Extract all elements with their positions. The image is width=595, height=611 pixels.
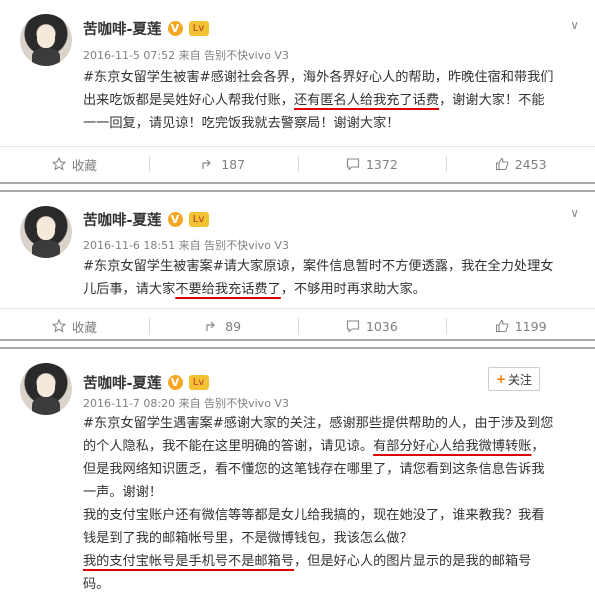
like-button[interactable]: 1199	[446, 309, 595, 343]
share-icon	[205, 319, 219, 333]
plus-icon: +	[495, 372, 507, 386]
underlined-text: 有部分好心人给我微博转账	[373, 439, 532, 454]
post-separator	[0, 339, 595, 349]
weibo-post-2: 苦咖啡-夏莲 V Lv ∨ 2016-11-6 18:51 来自 告别不快viv…	[0, 192, 595, 338]
share-button[interactable]: 187	[148, 147, 298, 181]
verified-badge: V	[167, 211, 183, 227]
weibo-post-3: 苦咖啡-夏莲 V Lv + 关注 2016-11-7 08:20 来自 告别不快v…	[0, 349, 595, 611]
post-meta: 2016-11-6 18:51 来自 告别不快vivo V3	[83, 239, 289, 252]
action-bar: 收藏 187 1372 2453	[0, 146, 595, 181]
comment-icon	[346, 319, 360, 333]
favorite-button[interactable]: 收藏	[0, 147, 149, 181]
avatar[interactable]	[20, 363, 72, 415]
post-text: #东京女留学生遇害案#感谢大家的关注，感谢那些提供帮助的人，由于涉及到您 的个人…	[83, 416, 554, 592]
post-meta: 2016-11-5 07:52 来自 告别不快vivo V3	[83, 49, 289, 62]
action-bar: 收藏 89 1036 1199	[0, 308, 595, 343]
author-name[interactable]: 苦咖啡-夏莲	[83, 372, 162, 393]
star-icon	[51, 157, 66, 171]
level-badge: Lv	[188, 374, 209, 390]
like-icon	[495, 157, 509, 171]
level-badge: Lv	[188, 20, 209, 36]
underlined-text: 不要给我充话费了	[175, 282, 281, 297]
favorite-button[interactable]: 收藏	[0, 309, 149, 343]
author-name[interactable]: 苦咖啡-夏莲	[83, 209, 162, 230]
follow-button[interactable]: + 关注	[488, 367, 540, 391]
chevron-down-icon[interactable]: ∨	[570, 18, 579, 32]
post-separator	[0, 182, 595, 192]
post-meta: 2016-11-7 08:20 来自 告别不快vivo V3	[83, 397, 289, 410]
comment-button[interactable]: 1036	[297, 309, 447, 343]
underlined-text: 还有匿名人给我充了话费	[294, 93, 440, 108]
author-name[interactable]: 苦咖啡-夏莲	[83, 18, 162, 39]
avatar[interactable]	[20, 206, 72, 258]
weibo-post-1: 苦咖啡-夏莲 V Lv ∨ 2016-11-5 07:52 来自 告别不快viv…	[0, 0, 595, 186]
avatar[interactable]	[20, 14, 72, 66]
like-icon	[495, 319, 509, 333]
star-icon	[51, 319, 66, 333]
share-button[interactable]: 89	[148, 309, 298, 343]
underlined-text: 我的支付宝帐号是手机号不是邮箱号	[83, 554, 294, 569]
like-button[interactable]: 2453	[446, 147, 595, 181]
comment-icon	[346, 157, 360, 171]
comment-button[interactable]: 1372	[297, 147, 447, 181]
chevron-down-icon[interactable]: ∨	[570, 206, 579, 220]
share-icon	[201, 157, 215, 171]
post-text: #东京女留学生被害案#请大家原谅，案件信息暂时不方便透露，我在全力处理女 儿后事…	[83, 259, 554, 297]
post-text: #东京女留学生被害#感谢社会各界，海外各界好心人的帮助，昨晚住宿和带我们 出来吃…	[83, 70, 554, 131]
verified-badge: V	[167, 374, 183, 390]
level-badge: Lv	[188, 211, 209, 227]
verified-badge: V	[167, 20, 183, 36]
